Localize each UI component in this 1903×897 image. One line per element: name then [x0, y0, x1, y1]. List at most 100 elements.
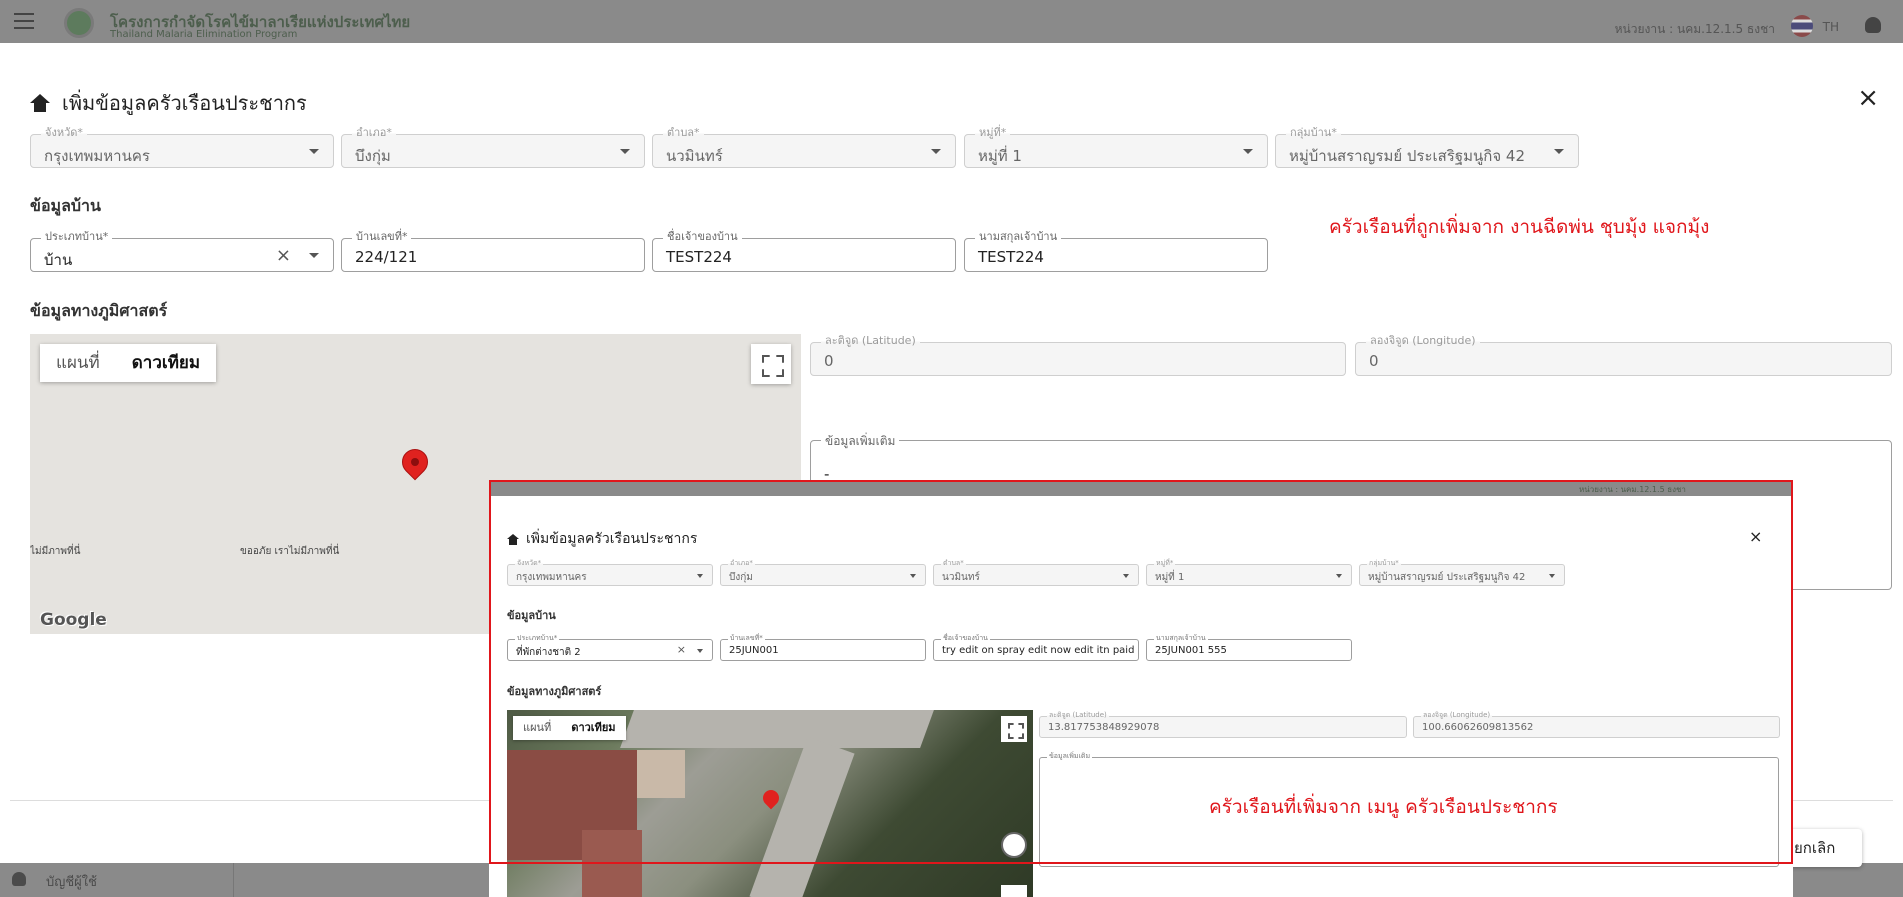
owner-name-input[interactable]: ชื่อเจ้าของบ้าน TEST224 — [652, 230, 956, 272]
village-no-value: หมู่ที่ 1 — [978, 147, 1022, 165]
latitude-value: 0 — [824, 352, 834, 370]
menu-icon[interactable] — [14, 13, 34, 29]
inset-district-select[interactable]: อำเภอ* บึงกุ่ม — [720, 558, 926, 586]
inset-satellite-map[interactable]: แผนที่ ดาวเทียม — [507, 710, 1033, 897]
house-type-select[interactable]: ประเภทบ้าน* บ้าน × — [30, 230, 334, 272]
additional-info-label: ข้อมูลเพิ่มเติม — [821, 432, 900, 451]
inset-district-value: บึงกุ่ม — [729, 572, 753, 583]
subdistrict-label: ตำบล* — [663, 126, 704, 140]
close-icon[interactable]: × — [1749, 527, 1762, 546]
latitude-label: ละติจูด (Latitude) — [821, 334, 920, 348]
inset-house-number-input[interactable]: บ้านเลขที่* 25JUN001 — [720, 633, 926, 661]
tab-map[interactable]: แผนที่ — [513, 716, 561, 740]
app-header: โครงการกำจัดโรคไข้มาลาเรียแห่งประเทศไทย … — [0, 0, 1903, 43]
longitude-value: 0 — [1369, 352, 1379, 370]
map-road — [620, 710, 934, 748]
province-select[interactable]: จังหวัด* กรุงเทพมหานคร — [30, 126, 334, 168]
inset-geo-section-title: ข้อมูลทางภูมิศาสตร์ — [507, 685, 602, 698]
house-number-input[interactable]: บ้านเลขที่* 224/121 — [341, 230, 645, 272]
tab-satellite[interactable]: ดาวเทียม — [561, 716, 625, 740]
chevron-down-icon — [1336, 574, 1342, 578]
unit-label: หน่วยงาน : นคม.12.1.5 ธงชา — [1614, 22, 1775, 36]
inset-house-type-select[interactable]: ประเภทบ้าน* ที่พักต่างชาติ 2 × — [507, 633, 713, 661]
street-view-icon[interactable] — [1001, 885, 1027, 897]
inset-village-no-value: หมู่ที่ 1 — [1155, 572, 1185, 583]
province-label: จังหวัด* — [41, 126, 87, 140]
subdistrict-select[interactable]: ตำบล* นวมินทร์ — [652, 126, 956, 168]
chevron-down-icon — [309, 253, 319, 258]
house-number-label: บ้านเลขที่* — [352, 230, 412, 244]
dialog-title-text: เพิ่มข้อมูลครัวเรือนประชากร — [62, 91, 307, 115]
inset-screenshot: หน่วยงาน : นคม.12.1.5 ธงชา เพิ่มข้อมูลคร… — [489, 480, 1793, 897]
village-group-select[interactable]: กลุ่มบ้าน* หมู่บ้านสราญรมย์ ประเสริฐมนูก… — [1275, 126, 1579, 168]
clear-icon[interactable]: × — [276, 245, 291, 266]
my-location-icon[interactable] — [1001, 832, 1027, 858]
clear-icon[interactable]: × — [677, 643, 686, 656]
inset-house-number-label: บ้านเลขที่* — [728, 633, 765, 643]
inset-subdistrict-select[interactable]: ตำบล* นวมินทร์ — [933, 558, 1139, 586]
inset-subdistrict-label: ตำบล* — [941, 558, 966, 568]
fullscreen-icon[interactable] — [1001, 716, 1027, 742]
owner-surname-value: TEST224 — [978, 248, 1044, 266]
map-roof — [637, 750, 685, 798]
chevron-down-icon — [1123, 574, 1129, 578]
dialog-title: เพิ่มข้อมูลครัวเรือนประชากร — [30, 87, 307, 119]
inset-house-type-label: ประเภทบ้าน* — [515, 633, 560, 643]
sidebar-divider — [233, 863, 234, 897]
chevron-down-icon — [697, 574, 703, 578]
inset-owner-surname-input[interactable]: นามสกุลเจ้าบ้าน 25JUN001 555 — [1146, 633, 1352, 661]
no-imagery-text: ขออภัย เราไม่มีภาพที่นี่ — [240, 546, 340, 557]
tab-satellite[interactable]: ดาวเทียม — [116, 344, 216, 382]
inset-title-text: เพิ่มข้อมูลครัวเรือนประชากร — [526, 531, 698, 547]
inset-owner-name-value: try edit on spray edit now edit itn paid — [942, 645, 1135, 656]
inset-app-header: หน่วยงาน : นคม.12.1.5 ธงชา — [489, 480, 1793, 496]
inset-latitude-input[interactable]: ละติจูด (Latitude) 13.817753848929078 — [1039, 710, 1407, 738]
chevron-down-icon — [620, 149, 630, 154]
account-menu-item[interactable]: บัญชีผู้ใช้ — [46, 871, 97, 892]
house-section-title: ข้อมูลบ้าน — [30, 196, 101, 215]
district-select[interactable]: อำเภอ* บึงกุ่ม — [341, 126, 645, 168]
close-icon[interactable]: × — [1857, 85, 1879, 111]
inset-house-section-title: ข้อมูลบ้าน — [507, 609, 556, 622]
fullscreen-icon[interactable] — [751, 344, 791, 384]
inset-district-label: อำเภอ* — [728, 558, 755, 568]
geo-section-title: ข้อมูลทางภูมิศาสตร์ — [30, 301, 168, 320]
map-pin-icon[interactable] — [759, 786, 783, 810]
chevron-down-icon — [931, 149, 941, 154]
map-pin-icon[interactable] — [396, 443, 434, 481]
chevron-down-icon — [910, 574, 916, 578]
village-no-select[interactable]: หมู่ที่* หมู่ที่ 1 — [964, 126, 1268, 168]
no-imagery-text: ไม่มีภาพที่นี่ — [30, 546, 81, 557]
inset-owner-surname-value: 25JUN001 555 — [1155, 645, 1227, 656]
district-value: บึงกุ่ม — [355, 147, 391, 165]
thai-flag-icon[interactable] — [1791, 15, 1813, 37]
inset-village-group-select[interactable]: กลุ่มบ้าน* หมู่บ้านสราญรมย์ ประเสริฐมนูก… — [1359, 558, 1565, 586]
latitude-input[interactable]: ละติจูด (Latitude) 0 — [810, 334, 1346, 376]
user-icon[interactable] — [1865, 17, 1881, 33]
owner-surname-input[interactable]: นามสกุลเจ้าบ้าน TEST224 — [964, 230, 1268, 272]
inset-owner-surname-label: นามสกุลเจ้าบ้าน — [1154, 633, 1208, 643]
program-logo — [64, 8, 94, 38]
inset-latitude-label: ละติจูด (Latitude) — [1047, 710, 1109, 720]
inset-village-no-select[interactable]: หมู่ที่* หมู่ที่ 1 — [1146, 558, 1352, 586]
longitude-input[interactable]: ลองจิจูด (Longitude) 0 — [1355, 334, 1892, 376]
home-icon — [30, 94, 50, 112]
subdistrict-value: นวมินทร์ — [666, 147, 723, 165]
inset-owner-name-input[interactable]: ชื่อเจ้าของบ้าน try edit on spray edit n… — [933, 633, 1139, 661]
house-type-value: บ้าน — [44, 251, 73, 269]
inset-unit-label: หน่วยงาน : นคม.12.1.5 ธงชา — [1579, 485, 1686, 494]
inset-longitude-input[interactable]: ลองจิจูด (Longitude) 100.66062609813562 — [1413, 710, 1780, 738]
annotation-top: ครัวเรือนที่ถูกเพิ่มจาก งานฉีดพ่น ชุบมุ้… — [1329, 216, 1710, 238]
map-roof — [582, 830, 642, 897]
inset-village-group-label: กลุ่มบ้าน* — [1367, 558, 1401, 568]
inset-province-label: จังหวัด* — [515, 558, 544, 568]
inset-longitude-value: 100.66062609813562 — [1422, 722, 1534, 733]
village-no-label: หมู่ที่* — [975, 126, 1011, 140]
inset-latitude-value: 13.817753848929078 — [1048, 722, 1160, 733]
owner-surname-label: นามสกุลเจ้าบ้าน — [975, 230, 1062, 244]
inset-village-group-value: หมู่บ้านสราญรมย์ ประเสริฐมนูกิจ 42 — [1368, 572, 1526, 583]
inset-province-select[interactable]: จังหวัด* กรุงเทพมหานคร — [507, 558, 713, 586]
inset-dialog-title: เพิ่มข้อมูลครัวเรือนประชากร — [507, 528, 697, 550]
tab-map[interactable]: แผนที่ — [40, 344, 116, 382]
language-label[interactable]: TH — [1823, 20, 1839, 34]
